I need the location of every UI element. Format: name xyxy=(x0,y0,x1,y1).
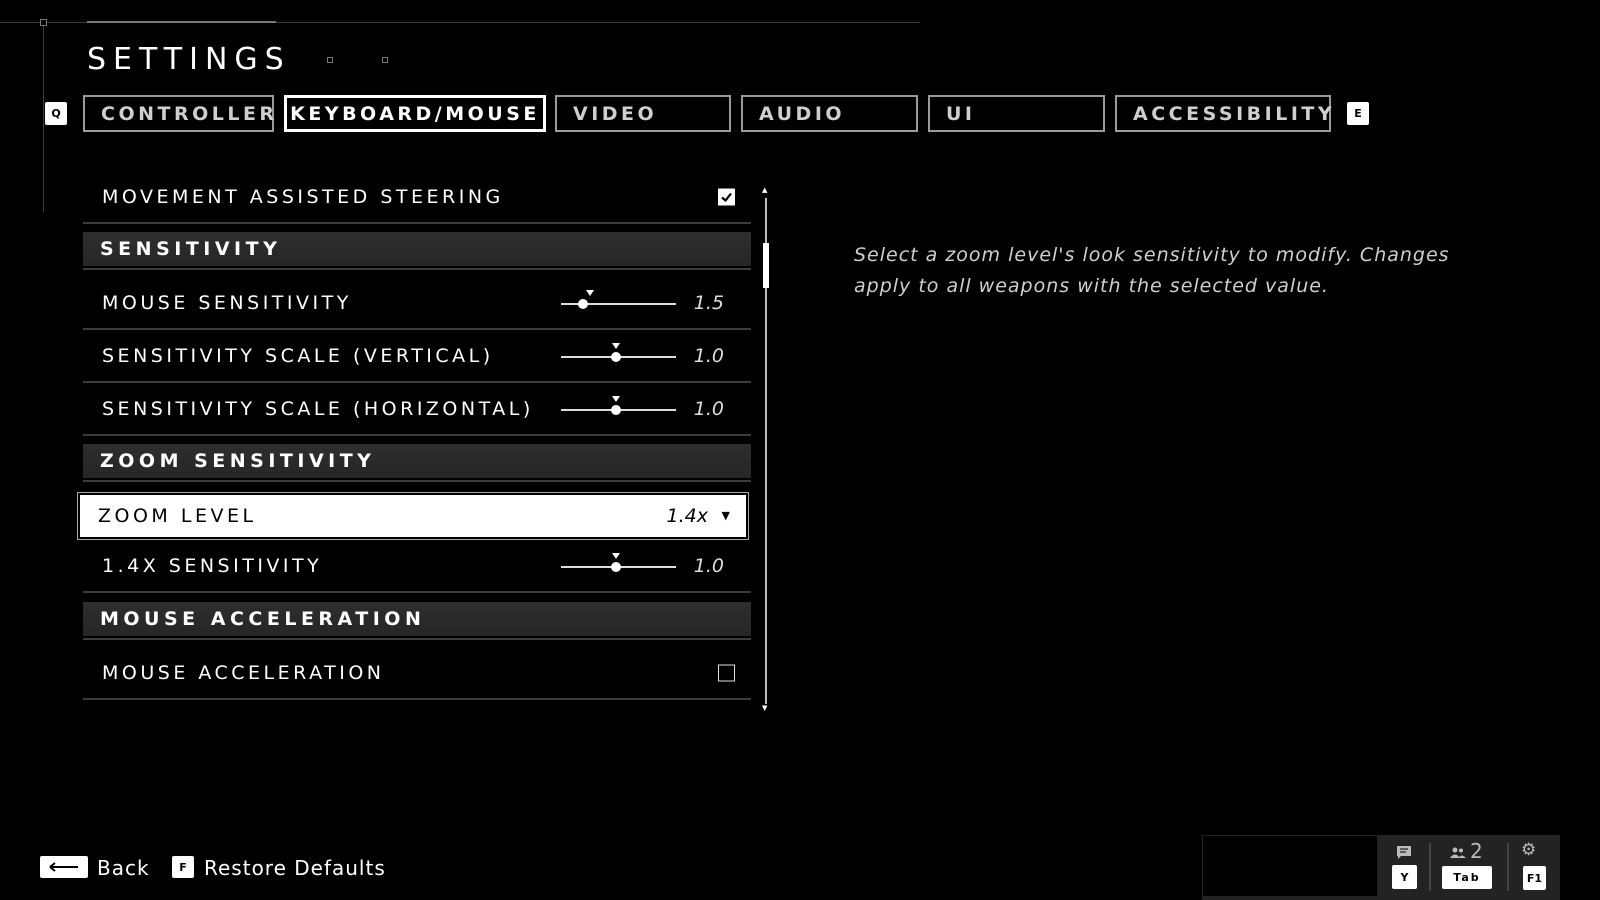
side-divider xyxy=(43,22,44,212)
default-marker xyxy=(612,343,621,349)
setting-mouse-acceleration[interactable]: MOUSE ACCELERATION xyxy=(83,648,751,700)
back-key[interactable] xyxy=(40,856,88,878)
back-button[interactable]: Back xyxy=(97,856,150,880)
notification-area xyxy=(1202,835,1378,897)
divider xyxy=(1507,843,1509,891)
slider-knob[interactable] xyxy=(611,405,622,415)
next-tab-key[interactable]: E xyxy=(1347,102,1369,125)
friends-key[interactable]: Tab xyxy=(1442,866,1492,889)
setting-description: Select a zoom level's look sensitivity t… xyxy=(854,244,1450,297)
settings-key[interactable]: F1 xyxy=(1523,866,1546,890)
check-icon xyxy=(721,192,732,203)
slider-knob[interactable] xyxy=(611,352,622,362)
vertical-scale-slider[interactable] xyxy=(561,343,676,362)
tab-controller[interactable]: CONTROLLER xyxy=(83,95,274,132)
social-panel: Y 2 Tab ⚙ F1 xyxy=(1202,835,1560,900)
default-marker xyxy=(585,290,594,296)
divider xyxy=(1429,843,1431,891)
chat-key[interactable]: Y xyxy=(1392,865,1417,889)
mouse-sensitivity-slider[interactable] xyxy=(561,290,676,309)
tab-keyboard-mouse[interactable]: KEYBOARD/MOUSE xyxy=(284,95,546,132)
corner-marker xyxy=(40,19,47,26)
friends-count: 2 xyxy=(1470,839,1483,863)
setting-sensitivity-scale-vertical[interactable]: SENSITIVITY SCALE (VERTICAL) 1.0 xyxy=(83,331,751,383)
decor-square xyxy=(382,57,388,63)
page-title: SETTINGS xyxy=(87,42,291,77)
decor-square xyxy=(327,57,333,63)
checkbox-checked[interactable] xyxy=(718,188,735,206)
dropdown-arrow-icon: ▼ xyxy=(721,509,730,522)
restore-defaults-button[interactable]: Restore Defaults xyxy=(204,856,386,880)
prev-tab-key[interactable]: Q xyxy=(45,102,67,125)
slider-knob[interactable] xyxy=(577,299,588,309)
zoom-level-dropdown[interactable]: ZOOM LEVEL 1.4x ▼ xyxy=(77,492,749,540)
section-header-zoom-sensitivity: ZOOM SENSITIVITY xyxy=(83,444,751,480)
tab-video[interactable]: VIDEO xyxy=(555,95,731,132)
settings-gear-icon[interactable]: ⚙ xyxy=(1521,840,1536,860)
setting-zoom-sensitivity[interactable]: 1.4X SENSITIVITY 1.0 xyxy=(83,541,751,593)
arrow-left-icon xyxy=(49,862,78,872)
section-header-sensitivity: SENSITIVITY xyxy=(83,232,751,268)
scroll-down-icon[interactable]: ▼ xyxy=(762,704,767,712)
scrollbar-thumb[interactable] xyxy=(763,243,769,288)
chat-icon[interactable] xyxy=(1396,845,1412,861)
restore-key[interactable]: F xyxy=(172,856,194,878)
horizontal-scale-slider[interactable] xyxy=(561,396,676,415)
setting-sensitivity-scale-horizontal[interactable]: SENSITIVITY SCALE (HORIZONTAL) 1.0 xyxy=(83,384,751,436)
friends-icon[interactable] xyxy=(1450,847,1466,859)
default-marker xyxy=(612,396,621,402)
setting-movement-assisted-steering[interactable]: MOVEMENT ASSISTED STEERING xyxy=(83,172,751,224)
section-header-mouse-acceleration: MOUSE ACCELERATION xyxy=(83,602,751,638)
scroll-up-icon[interactable]: ▲ xyxy=(762,186,767,194)
default-marker xyxy=(612,553,621,559)
checkbox-unchecked[interactable] xyxy=(718,664,735,682)
top-divider-highlight xyxy=(87,21,276,23)
zoom-sensitivity-slider[interactable] xyxy=(561,553,676,572)
tab-accessibility[interactable]: ACCESSIBILITY xyxy=(1115,95,1332,132)
setting-mouse-sensitivity[interactable]: MOUSE SENSITIVITY 1.5 xyxy=(83,278,751,330)
tab-audio[interactable]: AUDIO xyxy=(741,95,918,132)
slider-knob[interactable] xyxy=(611,562,622,572)
tab-ui[interactable]: UI xyxy=(928,95,1105,132)
